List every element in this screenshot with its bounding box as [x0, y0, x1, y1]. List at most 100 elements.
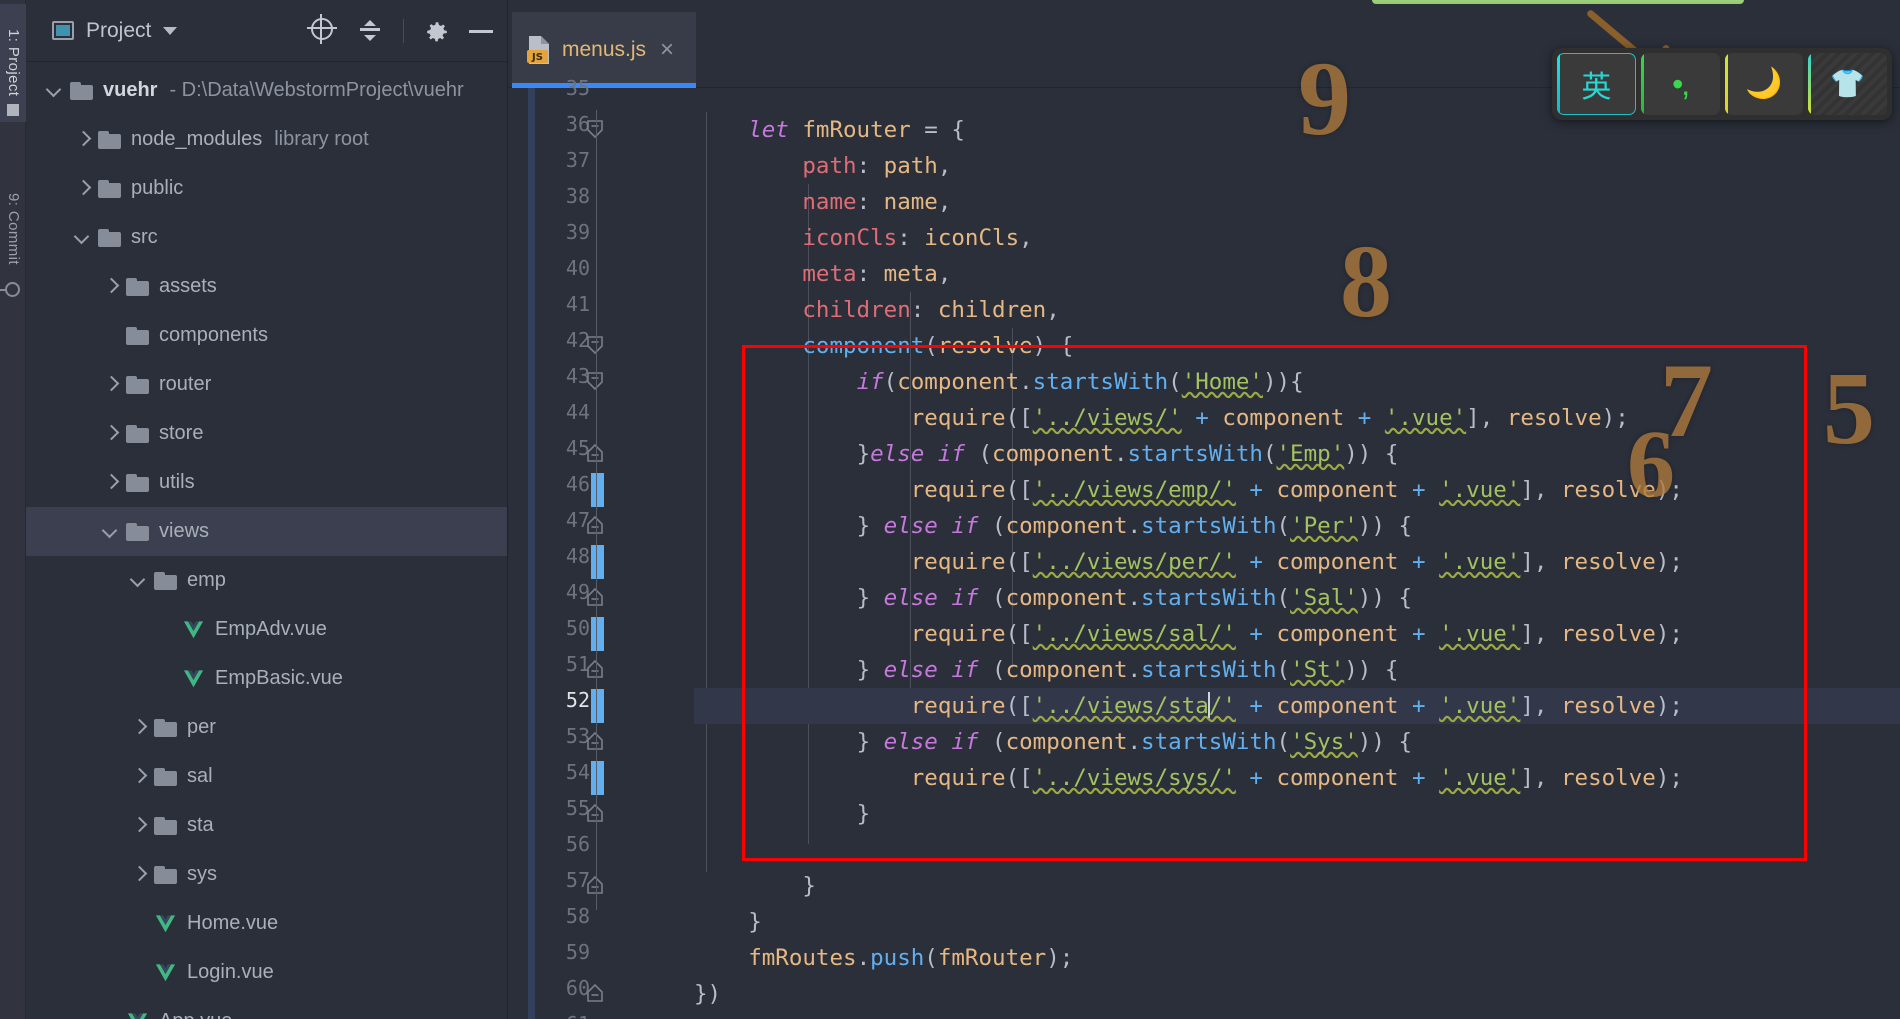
folder-icon	[154, 718, 177, 737]
ime-night-mode-button[interactable]: 🌙	[1724, 53, 1804, 115]
tree-item-utils[interactable]: utils	[26, 458, 507, 507]
fold-collapsed-icon[interactable]	[584, 442, 610, 468]
tree-item-emp[interactable]: emp	[26, 556, 507, 605]
ime-skin-button[interactable]: 👕	[1808, 53, 1887, 115]
tree-item-public[interactable]: public	[26, 164, 507, 213]
vue-file-icon	[154, 914, 177, 934]
tree-item-views[interactable]: views	[26, 507, 507, 556]
vcs-change-marker[interactable]	[591, 689, 604, 723]
ime-language-mode-button[interactable]: 英	[1557, 53, 1636, 115]
close-icon[interactable]: ×	[660, 38, 674, 62]
code-line-38: name: name,	[802, 189, 952, 215]
fold-collapsed-icon[interactable]	[584, 874, 610, 900]
fold-expanded-icon[interactable]	[584, 118, 610, 144]
tree-item-vuehr[interactable]: vuehr - D:\Data\WebstormProject\vuehr	[26, 66, 507, 115]
chevron-right-icon[interactable]	[100, 276, 122, 298]
folder-icon	[126, 424, 149, 443]
code-line-59: fmRoutes.push(fmRouter);	[748, 945, 1074, 971]
line-number: 35	[565, 76, 590, 100]
tree-item-login-vue[interactable]: Login.vue	[26, 948, 507, 997]
collapse-all-icon[interactable]	[357, 18, 383, 44]
editor-tab-menus-js[interactable]: JS menus.js ×	[512, 12, 696, 88]
tree-item-label: Login.vue	[187, 961, 274, 983]
chevron-right-icon[interactable]	[72, 129, 94, 151]
code-line-58: }	[748, 909, 762, 935]
fold-collapsed-icon[interactable]	[584, 514, 610, 540]
minimize-icon[interactable]	[468, 18, 494, 44]
project-path-label: - D:\Data\WebstormProject\vuehr	[169, 79, 464, 101]
chevron-right-icon[interactable]	[128, 766, 150, 788]
code-line-51: } else if (component.startsWith('St')) {	[856, 657, 1399, 683]
fold-collapsed-icon[interactable]	[584, 586, 610, 612]
tree-item-label: router	[159, 373, 212, 395]
chevron-down-icon[interactable]	[128, 570, 150, 592]
tree-item-sys[interactable]: sys	[26, 850, 507, 899]
chevron-down-icon[interactable]	[100, 521, 122, 543]
svg-text:JS: JS	[531, 52, 543, 63]
chevron-right-icon[interactable]	[128, 864, 150, 886]
tool-tab-commit[interactable]: 9: Commit	[0, 170, 26, 288]
editor-gutter[interactable]: 35 36 37 38 39 40 41 42 43 44 45 46 47 48 49 50 51 52 53 54…	[508, 76, 694, 1019]
project-file-tree[interactable]: vuehr - D:\Data\WebstormProject\vuehr node…	[26, 62, 507, 1019]
line-number: 41	[565, 292, 590, 316]
vcs-change-marker[interactable]	[591, 761, 604, 795]
locate-icon[interactable]	[311, 18, 337, 44]
chevron-right-icon[interactable]	[100, 374, 122, 396]
tree-item-router[interactable]: router	[26, 360, 507, 409]
project-window-icon	[52, 21, 74, 40]
tree-item-empbasic-vue[interactable]: EmpBasic.vue	[26, 654, 507, 703]
folder-icon	[126, 375, 149, 394]
tree-item-label: per	[187, 716, 216, 738]
fold-collapsed-icon[interactable]	[584, 658, 610, 684]
tree-item-node-modules[interactable]: node_modules library root	[26, 115, 507, 164]
vcs-change-marker[interactable]	[591, 545, 604, 579]
fold-expanded-icon[interactable]	[584, 334, 610, 360]
tree-item-app-vue[interactable]: App.vue	[26, 997, 507, 1019]
tree-item-label: sta	[187, 814, 214, 836]
code-line-40: meta: meta,	[802, 261, 952, 287]
fold-expanded-icon[interactable]	[584, 370, 610, 396]
code-content[interactable]: let fmRouter = { path: path, name: name,…	[694, 88, 1900, 1019]
tree-item-label: src	[131, 226, 158, 248]
moon-icon: 🌙	[1745, 67, 1783, 100]
ime-language-glyph: 英	[1581, 70, 1612, 105]
js-file-icon: JS	[526, 35, 552, 65]
fold-collapsed-icon[interactable]	[584, 982, 610, 1008]
tree-item-label: views	[159, 520, 210, 542]
chevron-down-icon[interactable]	[163, 26, 178, 35]
tree-item-sal[interactable]: sal	[26, 752, 507, 801]
tree-item-components[interactable]: components	[26, 311, 507, 360]
vcs-change-marker[interactable]	[591, 617, 604, 651]
folder-icon	[70, 81, 93, 100]
line-number: 61	[544, 1012, 590, 1019]
tree-item-sta[interactable]: sta	[26, 801, 507, 850]
fold-collapsed-icon[interactable]	[584, 730, 610, 756]
chevron-right-icon[interactable]	[100, 423, 122, 445]
fold-rail	[596, 110, 597, 910]
folder-icon	[154, 571, 177, 590]
tree-item-store[interactable]: store	[26, 409, 507, 458]
chevron-right-icon[interactable]	[72, 178, 94, 200]
code-line-61: return fmRoutes;	[694, 1012, 965, 1019]
code-line-55: }	[856, 801, 871, 827]
tree-item-label: EmpAdv.vue	[215, 618, 327, 640]
tree-item-home-vue[interactable]: Home.vue	[26, 899, 507, 948]
vcs-change-marker[interactable]	[591, 473, 604, 507]
code-line-50: require(['../views/sal/' + component + '…	[910, 621, 1683, 647]
tree-item-assets[interactable]: assets	[26, 262, 507, 311]
chevron-down-icon[interactable]	[44, 80, 66, 102]
project-panel-title-group[interactable]: Project	[26, 19, 178, 43]
chevron-down-icon[interactable]	[72, 227, 94, 249]
tree-item-src[interactable]: src	[26, 213, 507, 262]
chevron-right-icon[interactable]	[100, 472, 122, 494]
chevron-right-icon[interactable]	[128, 815, 150, 837]
tree-item-per[interactable]: per	[26, 703, 507, 752]
fold-collapsed-icon[interactable]	[584, 802, 610, 828]
chevron-right-icon[interactable]	[128, 717, 150, 739]
ime-punctuation-button[interactable]: •,	[1640, 53, 1720, 115]
gear-icon[interactable]	[424, 19, 448, 43]
tree-item-empadv-vue[interactable]: EmpAdv.vue	[26, 605, 507, 654]
